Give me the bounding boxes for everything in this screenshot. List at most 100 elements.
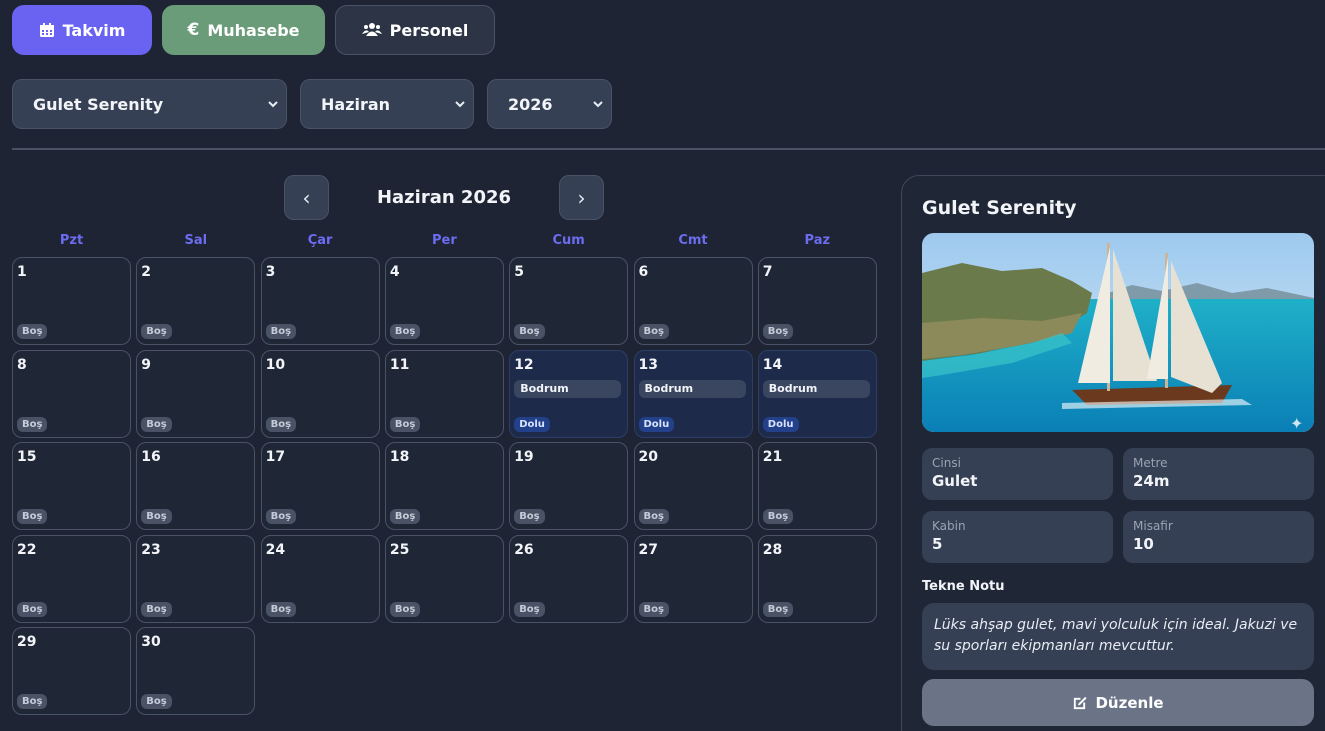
day-number: 6 bbox=[638, 264, 649, 280]
day-number: 19 bbox=[514, 449, 534, 466]
year-select[interactable]: 2026 bbox=[487, 79, 612, 129]
day-cell[interactable]: 18 Boş bbox=[384, 442, 504, 531]
day-number: 15 bbox=[17, 449, 37, 466]
metre-label: Metre bbox=[1133, 456, 1168, 470]
day-cell[interactable]: 10 Boş bbox=[260, 349, 380, 438]
day-cell[interactable]: 20 Boş bbox=[633, 442, 753, 531]
weekday-label: Paz bbox=[804, 233, 831, 248]
day-number: 7 bbox=[762, 264, 773, 280]
day-cell[interactable]: 11 Boş bbox=[384, 349, 504, 438]
chevron-down-icon bbox=[268, 101, 278, 108]
muhasebe-label: Muhasebe bbox=[207, 20, 300, 40]
day-number: 5 bbox=[514, 264, 524, 280]
status-badge: Boş bbox=[17, 694, 48, 710]
day-number: 26 bbox=[514, 541, 534, 558]
status-badge: Boş bbox=[265, 324, 297, 339]
day-cell[interactable]: 3 Boş bbox=[260, 257, 380, 345]
day-cell[interactable]: 1 Boş bbox=[12, 257, 131, 345]
day-cell[interactable]: 7 Boş bbox=[757, 257, 877, 345]
boat-notes: Lüks ahşap gulet, mavi yolculuk için ide… bbox=[922, 603, 1314, 670]
day-cell[interactable]: 25 Boş bbox=[384, 534, 504, 623]
kabin-label: Kabin bbox=[932, 519, 966, 533]
takvim-label: Takvim bbox=[62, 20, 126, 40]
personel-tab-button[interactable]: Personel bbox=[335, 5, 495, 55]
boat-select[interactable]: Gulet Serenity bbox=[12, 79, 287, 129]
weekday-label: Çar bbox=[307, 233, 333, 248]
day-number: 2 bbox=[141, 264, 152, 280]
next-month-button[interactable]: › bbox=[559, 175, 604, 220]
day-number: 17 bbox=[265, 449, 286, 466]
day-number: 18 bbox=[389, 449, 410, 466]
svg-text:✦: ✦ bbox=[1290, 414, 1303, 432]
day-cell[interactable]: 29 Boş bbox=[12, 627, 131, 716]
day-cell[interactable]: 30 Boş bbox=[136, 627, 256, 716]
status-badge: Boş bbox=[265, 416, 297, 432]
euro-icon: € bbox=[187, 20, 200, 40]
day-cell[interactable]: 19 Boş bbox=[509, 442, 629, 531]
metre-value: 24m bbox=[1133, 472, 1170, 490]
day-cell[interactable]: 28 Boş bbox=[757, 534, 877, 623]
day-cell[interactable]: 26 Boş bbox=[509, 534, 629, 623]
day-number: 16 bbox=[141, 449, 161, 466]
status-badge: Dolu bbox=[638, 416, 675, 432]
status-badge: Boş bbox=[762, 509, 794, 525]
status-badge: Boş bbox=[141, 416, 172, 432]
day-cell[interactable]: 24 Boş bbox=[260, 534, 380, 623]
day-number: 10 bbox=[265, 356, 286, 373]
divider bbox=[12, 148, 1325, 150]
status-badge: Boş bbox=[141, 324, 172, 339]
day-cell[interactable]: 6 Boş bbox=[633, 257, 753, 345]
weekday-label: Cum bbox=[552, 233, 585, 248]
muhasebe-tab-button[interactable]: € Muhasebe bbox=[162, 5, 325, 55]
day-cell[interactable]: 15 Boş bbox=[12, 442, 131, 531]
status-badge: Boş bbox=[265, 509, 297, 525]
cinsi-label: Cinsi bbox=[932, 456, 961, 470]
day-cell[interactable]: 17 Boş bbox=[260, 442, 380, 531]
status-badge: Boş bbox=[17, 601, 48, 617]
day-cell[interactable]: 22 Boş bbox=[12, 534, 131, 623]
status-badge: Boş bbox=[17, 324, 48, 339]
day-cell[interactable]: 5 Boş bbox=[509, 257, 629, 345]
day-cell[interactable]: 21 Boş bbox=[757, 442, 877, 531]
status-badge: Boş bbox=[141, 694, 172, 710]
edit-button[interactable]: Düzenle bbox=[922, 679, 1314, 726]
status-badge: Boş bbox=[762, 324, 794, 339]
day-number: 3 bbox=[265, 264, 276, 280]
prev-month-button[interactable]: ‹ bbox=[284, 175, 329, 220]
users-icon bbox=[361, 23, 382, 36]
takvim-tab-button[interactable]: Takvim bbox=[12, 5, 152, 55]
day-number: 13 bbox=[638, 356, 658, 373]
weekday-label: Pzt bbox=[59, 233, 84, 248]
day-number: 29 bbox=[17, 634, 37, 651]
day-cell[interactable]: 4 Boş bbox=[384, 257, 504, 345]
personel-label: Personel bbox=[389, 20, 469, 40]
notes-title: Tekne Notu bbox=[922, 579, 1005, 594]
status-badge: Boş bbox=[514, 324, 545, 339]
status-badge: Boş bbox=[389, 509, 421, 525]
day-cell[interactable]: 13 Bodrum Dolu bbox=[633, 349, 753, 438]
status-badge: Boş bbox=[762, 601, 794, 617]
boat-select-value: Gulet Serenity bbox=[33, 94, 164, 114]
status-badge: Dolu bbox=[514, 416, 550, 432]
weekday-label: Per bbox=[432, 233, 457, 248]
day-cell[interactable]: 16 Boş bbox=[136, 442, 256, 531]
day-cell[interactable]: 23 Boş bbox=[136, 534, 256, 623]
day-cell[interactable]: 12 Bodrum Dolu bbox=[509, 349, 629, 438]
booking-location: Bodrum bbox=[514, 379, 622, 398]
day-number: 8 bbox=[17, 356, 27, 373]
day-cell[interactable]: 27 Boş bbox=[633, 534, 753, 623]
day-cell[interactable]: 2 Boş bbox=[136, 257, 256, 345]
day-number: 22 bbox=[17, 541, 37, 558]
booking-location: Bodrum bbox=[762, 379, 870, 398]
month-select[interactable]: Haziran bbox=[300, 79, 474, 129]
day-number: 1 bbox=[17, 264, 27, 280]
day-cell[interactable]: 8 Boş bbox=[12, 349, 131, 438]
day-number: 4 bbox=[389, 264, 400, 280]
day-number: 28 bbox=[762, 541, 783, 558]
weekday-label: Cmt bbox=[678, 233, 708, 248]
status-badge: Boş bbox=[141, 601, 172, 617]
chevron-down-icon bbox=[593, 101, 603, 108]
day-number: 23 bbox=[141, 541, 161, 558]
day-cell[interactable]: 14 Bodrum Dolu bbox=[757, 349, 877, 438]
day-cell[interactable]: 9 Boş bbox=[136, 349, 256, 438]
